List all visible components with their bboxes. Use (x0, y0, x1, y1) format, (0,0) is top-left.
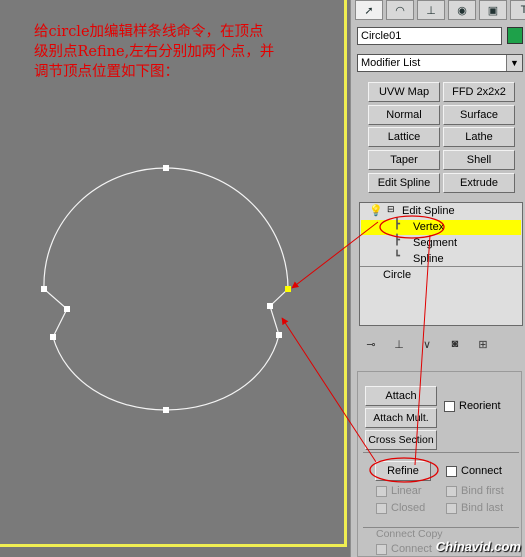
motion-icon: ◉ (457, 4, 467, 17)
cross-section-button[interactable]: Cross Section (365, 430, 437, 450)
checkbox-icon (444, 400, 455, 412)
display-tab[interactable]: ▣ (479, 0, 507, 20)
pin-stack-icon[interactable]: ⊸ (359, 334, 383, 354)
group-divider (363, 452, 519, 453)
normal-button[interactable]: Normal (368, 105, 440, 125)
command-panel-tabs: ➚ ◠ ⊥ ◉ ▣ T (355, 0, 525, 20)
reorient-label: Reorient (459, 400, 501, 412)
vertex-right-lower[interactable] (276, 332, 282, 338)
edit-spline-button[interactable]: Edit Spline (368, 173, 440, 193)
vertex-left-lower[interactable] (50, 334, 56, 340)
stack-item-spline[interactable]: Spline (413, 253, 444, 265)
make-unique-icon[interactable]: ∨ (415, 334, 439, 354)
circle-spline[interactable] (43, 167, 289, 411)
refine-button[interactable]: Refine (375, 461, 431, 481)
linear-checkbox[interactable]: Linear (376, 485, 422, 497)
closed-checkbox[interactable]: Closed (376, 502, 425, 514)
vertex-right-selected[interactable] (285, 286, 291, 292)
modify-icon: ◠ (395, 4, 405, 17)
linear-label: Linear (391, 485, 422, 497)
surface-button[interactable]: Surface (443, 105, 515, 125)
checkbox-icon (446, 465, 457, 477)
hierarchy-icon: ⊥ (426, 4, 436, 17)
extrude-button[interactable]: Extrude (443, 173, 515, 193)
lathe-button[interactable]: Lathe (443, 127, 515, 147)
ffd-button[interactable]: FFD 2x2x2 (443, 82, 515, 102)
object-color-swatch[interactable] (507, 27, 523, 44)
connect-label: Connect (461, 465, 502, 477)
checkbox-icon (376, 485, 387, 497)
bind-first-checkbox[interactable]: Bind first (446, 485, 504, 497)
annotation-line-1: 给circle加编辑样条线命令，在顶点 (34, 24, 264, 40)
configure-sets-icon[interactable]: ⊞ (471, 334, 495, 354)
tree-line-icon: ┣ (394, 235, 401, 246)
vertex-top[interactable] (163, 165, 169, 171)
checkbox-icon (446, 485, 457, 497)
annotation-line-3: 调节顶点位置如下图： (34, 64, 179, 80)
chevron-down-icon: ▼ (506, 55, 522, 71)
vertex-bottom[interactable] (163, 407, 169, 413)
shell-button[interactable]: Shell (443, 150, 515, 170)
vertex-left-inner[interactable] (64, 306, 70, 312)
checkbox-icon (376, 543, 387, 555)
stack-divider (360, 266, 522, 267)
perspective-viewport[interactable]: 给circle加编辑样条线命令，在顶点 级别点Refine,左右分别加两个点，并… (0, 0, 347, 547)
utilities-tab[interactable]: T (510, 0, 525, 20)
uvw-map-button[interactable]: UVW Map (368, 82, 440, 102)
closed-label: Closed (391, 502, 426, 514)
checkbox-icon (376, 502, 387, 514)
watermark: Chinavid.com (435, 539, 521, 554)
connect-checkbox[interactable]: Connect (446, 465, 502, 477)
stack-item-circle[interactable]: Circle (383, 269, 411, 281)
spline-canvas[interactable] (0, 0, 347, 547)
connect-copy-checkbox[interactable]: Connect (376, 543, 432, 555)
connect-copy-label: Connect (391, 543, 432, 555)
motion-tab[interactable]: ◉ (448, 0, 476, 20)
modify-tab[interactable]: ◠ (386, 0, 414, 20)
checkbox-icon (446, 502, 457, 514)
show-end-result-icon[interactable]: ⊥ (387, 334, 411, 354)
reorient-checkbox[interactable]: Reorient (444, 400, 501, 412)
create-icon: ➚ (364, 4, 374, 17)
stack-item-segment[interactable]: Segment (413, 237, 457, 249)
tree-line-icon: ┗ (394, 251, 401, 262)
stack-item-vertex[interactable]: Vertex (413, 221, 444, 233)
hierarchy-tab[interactable]: ⊥ (417, 0, 445, 20)
bind-first-label: Bind first (461, 485, 504, 497)
attach-button[interactable]: Attach (365, 386, 437, 406)
utilities-icon: T (520, 4, 525, 16)
annotation-line-2: 级别点Refine,左右分别加两个点，并 (34, 44, 275, 60)
display-icon: ▣ (487, 4, 499, 17)
stack-item-edit-spline[interactable]: Edit Spline (402, 205, 455, 217)
remove-modifier-icon[interactable]: ◙ (443, 334, 467, 354)
modifier-list-dropdown[interactable]: Modifier List ▼ (357, 54, 523, 72)
vertex-right-inner[interactable] (267, 303, 273, 309)
bind-last-checkbox[interactable]: Bind last (446, 502, 503, 514)
vertex-left[interactable] (41, 286, 47, 292)
create-tab[interactable]: ➚ (355, 0, 383, 20)
bind-last-label: Bind last (461, 502, 504, 514)
lattice-button[interactable]: Lattice (368, 127, 440, 147)
lightbulb-icon[interactable]: 💡 (369, 204, 383, 217)
object-name-field[interactable]: Circle01 (357, 27, 502, 45)
annotation-note: 给circle加编辑样条线命令，在顶点 级别点Refine,左右分别加两个点，并… (34, 22, 364, 82)
modifier-list-label: Modifier List (361, 57, 421, 69)
stack-toolbar: ⊸ ⊥ ∨ ◙ ⊞ (359, 332, 523, 356)
tree-line-icon: ┣ (394, 219, 401, 230)
attach-mult-button[interactable]: Attach Mult. (365, 408, 437, 428)
taper-button[interactable]: Taper (368, 150, 440, 170)
collapse-icon[interactable]: ⊟ (387, 204, 395, 215)
connect-copy-group-label: Connect Copy (374, 528, 445, 540)
